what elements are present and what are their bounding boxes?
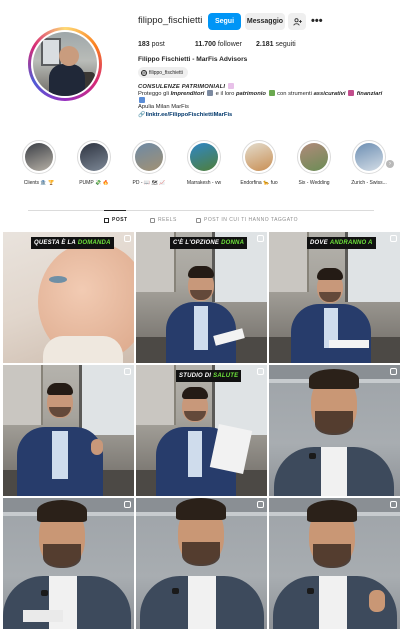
highlight-label: PD - 📖 🗺 📈 xyxy=(132,180,166,186)
reel-icon xyxy=(390,368,397,375)
chart-emoji-icon xyxy=(139,97,145,103)
tab-posts[interactable]: POST xyxy=(104,217,128,223)
tab-reels[interactable]: REELS xyxy=(150,217,177,223)
microphone xyxy=(41,590,48,596)
highlight-label: Endorfina 🐆 fuo xyxy=(240,180,278,186)
post-caption: DOVE ANDRANNO A xyxy=(307,237,376,249)
post-tile[interactable] xyxy=(136,498,267,629)
money-emoji-icon xyxy=(268,90,275,96)
post-caption: C'È L'OPZIONE DONNA xyxy=(170,237,248,249)
highlight-cover xyxy=(297,140,331,174)
highlight-image xyxy=(135,143,163,171)
reel-icon xyxy=(257,235,264,242)
reel-icon xyxy=(124,501,131,508)
highlight-item[interactable]: Six - Wedding xyxy=(289,140,339,186)
reels-icon xyxy=(150,217,155,223)
highlight-image xyxy=(355,143,383,171)
highlight-item[interactable]: PUMP 💸 🔥 xyxy=(69,140,119,186)
bio-location: Apulia Milan MarFis xyxy=(138,104,189,110)
active-tab-indicator xyxy=(104,210,126,211)
suggest-users-button[interactable] xyxy=(288,13,306,30)
message-button[interactable]: Messaggio xyxy=(245,13,285,30)
highlight-cover xyxy=(22,140,56,174)
link-icon: 🔗 xyxy=(138,112,146,118)
tabs-divider xyxy=(28,210,374,211)
profile-username: filippo_fischietti xyxy=(138,15,203,26)
highlight-cover xyxy=(132,140,166,174)
highlight-label: PUMP 💸 🔥 xyxy=(79,180,109,186)
following-count[interactable]: 2.181 seguiti xyxy=(256,41,296,48)
post-caption: QUESTA È LA DOMANDA xyxy=(31,237,114,249)
tab-tagged[interactable]: POST IN CUI TI HANNO TAGGATO xyxy=(196,217,298,223)
bio-link[interactable]: 🔗 linktr.ee/FilippoFischiettiMarFis xyxy=(138,112,232,119)
reel-icon xyxy=(124,368,131,375)
post-tile[interactable]: STUDIO DI SALUTE xyxy=(136,365,267,496)
highlight-item[interactable]: PD - 📖 🗺 📈 xyxy=(124,140,174,186)
post-caption: STUDIO DI SALUTE xyxy=(176,370,242,382)
more-options-icon[interactable]: ••• xyxy=(311,15,323,27)
highlight-image xyxy=(245,143,273,171)
umbrella-emoji-icon xyxy=(348,90,355,96)
reel-icon xyxy=(390,235,397,242)
highlight-cover xyxy=(242,140,276,174)
microphone xyxy=(307,588,314,594)
highlight-cover xyxy=(187,140,221,174)
highlight-image xyxy=(300,143,328,171)
highlight-label: Clients 🏦 🏆 xyxy=(23,180,55,186)
highlight-cover xyxy=(352,140,386,174)
chevron-right-icon[interactable]: › xyxy=(386,160,394,168)
post-tile[interactable] xyxy=(269,365,400,496)
bank-emoji-icon xyxy=(227,83,234,89)
reel-icon xyxy=(257,501,264,508)
highlight-cover xyxy=(77,140,111,174)
highlight-label: Zurich - Swiss... xyxy=(351,180,387,186)
bio-line: Proteggo gli Imprenditori e il loro patr… xyxy=(138,90,383,97)
post-tile[interactable]: QUESTA È LA DOMANDA xyxy=(3,232,134,363)
post-tile[interactable]: DOVE ANDRANNO A xyxy=(269,232,400,363)
followers-count[interactable]: 11.700 follower xyxy=(195,41,242,48)
grid-icon xyxy=(104,217,109,223)
post-tile[interactable]: C'È L'OPZIONE DONNA xyxy=(136,232,267,363)
reel-icon xyxy=(257,368,264,375)
highlight-item[interactable]: Marrakesh - vw xyxy=(179,140,229,186)
follow-button[interactable]: Segui xyxy=(208,13,241,30)
profile-full-name: Filippo Fischietti - MarFis Advisors xyxy=(138,56,248,63)
highlight-item[interactable]: Clients 🏦 🏆 xyxy=(14,140,64,186)
highlight-label: Marrakesh - vw xyxy=(186,180,222,186)
profile-stats: 183 post 11.700 follower 2.181 seguiti xyxy=(138,41,310,48)
reel-icon xyxy=(124,235,131,242)
highlight-image xyxy=(25,143,53,171)
building-emoji-icon xyxy=(207,90,214,96)
reel-icon xyxy=(390,501,397,508)
post-tile[interactable] xyxy=(3,365,134,496)
highlight-image xyxy=(80,143,108,171)
threads-badge[interactable]: @ filippo_fischietti xyxy=(138,67,188,78)
avatar-photo xyxy=(33,32,97,96)
profile-avatar[interactable] xyxy=(28,27,102,101)
microphone xyxy=(172,588,179,594)
post-tile[interactable] xyxy=(269,498,400,629)
microphone xyxy=(309,453,316,459)
tagged-icon xyxy=(196,217,201,223)
posts-count: 183 post xyxy=(138,41,165,48)
highlight-image xyxy=(190,143,218,171)
highlight-label: Six - Wedding xyxy=(298,180,330,186)
highlight-item[interactable]: Endorfina 🐆 fuo xyxy=(234,140,284,186)
add-user-icon xyxy=(292,17,302,26)
post-tile[interactable] xyxy=(3,498,134,629)
threads-icon: @ xyxy=(141,69,147,76)
